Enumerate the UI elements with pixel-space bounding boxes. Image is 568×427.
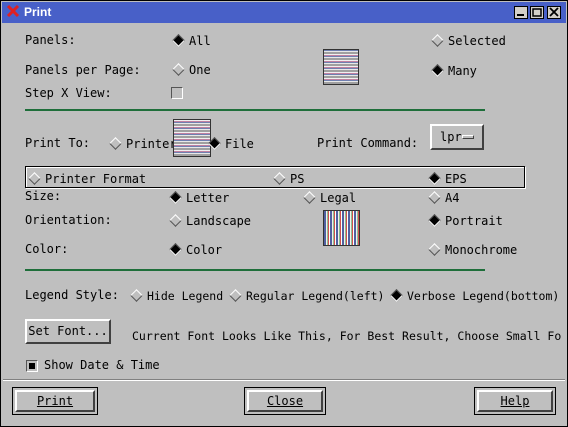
print-button[interactable]: Print: [12, 387, 98, 415]
print-to-label: Print To:: [25, 136, 91, 150]
size-letter-radio[interactable]: Letter: [169, 191, 229, 205]
radio-indicator: [431, 34, 444, 47]
font-preview-text: Current Font Looks Like This, For Best R…: [132, 329, 562, 343]
radio-label: File: [225, 137, 254, 151]
radio-label: Hide Legend: [147, 289, 224, 303]
orientation-label: Orientation:: [25, 213, 112, 227]
panels-label: Panels:: [25, 33, 76, 47]
radio-label: One: [189, 63, 211, 77]
radio-label: Monochrome: [445, 243, 518, 257]
print-target-preview-image: [173, 119, 211, 157]
checkbox-box: [26, 359, 38, 372]
legend-regular-radio[interactable]: Regular Legend(left): [229, 289, 384, 303]
radio-label: PS: [290, 172, 305, 186]
radio-indicator: [28, 172, 41, 185]
radio-indicator: [229, 289, 242, 302]
checkbox-label: Show Date & Time: [44, 358, 160, 372]
radio-label: Printer: [126, 137, 177, 151]
radio-indicator: [208, 137, 221, 150]
format-eps-radio[interactable]: EPS: [428, 172, 467, 186]
window-title: Print: [24, 5, 52, 19]
maximize-button[interactable]: [530, 6, 544, 19]
panels-selected-radio[interactable]: Selected: [431, 34, 506, 48]
close-icon: [549, 7, 559, 17]
radio-label: Selected: [448, 34, 506, 48]
orientation-portrait-radio[interactable]: Portrait: [428, 214, 503, 228]
footer-separator: [3, 379, 565, 380]
separator: [25, 109, 485, 111]
print-dialog: Print Panels: All Selected Panels per Pa…: [0, 0, 568, 427]
close-button[interactable]: Close: [244, 387, 326, 415]
radio-indicator: [428, 214, 441, 227]
radio-indicator: [303, 191, 316, 204]
title-bar: Print: [2, 2, 566, 23]
close-window-button[interactable]: [547, 6, 561, 19]
radio-label: Portrait: [445, 214, 503, 228]
panels-preview-image: [323, 49, 359, 85]
button-label: Print: [36, 394, 74, 408]
radio-label: Verbose Legend(bottom): [407, 289, 560, 303]
button-label: Set Font...: [28, 324, 108, 338]
radio-label: Color: [186, 243, 223, 257]
app-x-icon: [6, 4, 20, 18]
radio-label: Regular Legend(left): [246, 289, 385, 303]
print-to-file-radio[interactable]: File: [208, 137, 254, 151]
radio-indicator: [390, 289, 403, 302]
radio-indicator: [169, 214, 182, 227]
radio-label: EPS: [445, 172, 467, 186]
radio-indicator: [428, 172, 441, 185]
panels-per-page-label: Panels per Page:: [25, 63, 141, 77]
separator: [25, 269, 485, 271]
radio-label: All: [189, 34, 211, 48]
orientation-preview-image: [323, 210, 360, 246]
button-label: Help: [500, 394, 530, 408]
color-monochrome-radio[interactable]: Monochrome: [428, 243, 517, 257]
size-label: Size:: [25, 189, 62, 203]
radio-label: Landscape: [186, 214, 252, 228]
radio-label: Many: [448, 64, 477, 78]
panels-one-radio[interactable]: One: [172, 63, 211, 77]
button-label: Close: [266, 394, 304, 408]
option-menu-indicator-icon: [462, 135, 474, 139]
radio-indicator: [273, 172, 286, 185]
radio-label: Printer Format: [45, 172, 147, 186]
format-printer-radio[interactable]: Printer Format: [28, 172, 146, 186]
radio-label: A4: [445, 191, 460, 205]
show-date-time-checkbox[interactable]: Show Date & Time: [26, 358, 160, 372]
radio-label: Legal: [320, 191, 357, 205]
legend-verbose-radio[interactable]: Verbose Legend(bottom): [390, 289, 559, 303]
legend-hide-radio[interactable]: Hide Legend: [130, 289, 223, 303]
format-ps-radio[interactable]: PS: [273, 172, 304, 186]
radio-indicator: [109, 137, 122, 150]
color-label: Color:: [25, 242, 69, 256]
radio-indicator: [169, 243, 182, 256]
print-command-label: Print Command:: [317, 136, 419, 150]
radio-indicator: [431, 64, 444, 77]
size-legal-radio[interactable]: Legal: [303, 191, 356, 205]
radio-indicator: [172, 63, 185, 76]
orientation-landscape-radio[interactable]: Landscape: [169, 214, 251, 228]
radio-indicator: [172, 34, 185, 47]
radio-indicator: [428, 243, 441, 256]
radio-indicator: [130, 289, 143, 302]
checkbox-box: [171, 86, 183, 99]
print-to-printer-radio[interactable]: Printer: [109, 137, 177, 151]
radio-label: Letter: [186, 191, 230, 205]
radio-indicator: [428, 191, 441, 204]
maximize-icon: [532, 8, 542, 17]
radio-indicator: [169, 191, 182, 204]
color-color-radio[interactable]: Color: [169, 243, 222, 257]
help-button[interactable]: Help: [474, 387, 556, 415]
panels-many-radio[interactable]: Many: [431, 64, 477, 78]
print-command-menu[interactable]: lpr: [430, 124, 484, 150]
panels-all-radio[interactable]: All: [172, 34, 211, 48]
minimize-icon: [517, 14, 524, 16]
step-x-view-label: Step X View:: [25, 86, 112, 100]
minimize-button[interactable]: [514, 6, 528, 19]
legend-style-label: Legend Style:: [25, 288, 119, 302]
step-x-view-checkbox[interactable]: [171, 85, 189, 99]
size-a4-radio[interactable]: A4: [428, 191, 459, 205]
print-command-value: lpr: [440, 130, 462, 144]
set-font-button[interactable]: Set Font...: [25, 319, 111, 344]
